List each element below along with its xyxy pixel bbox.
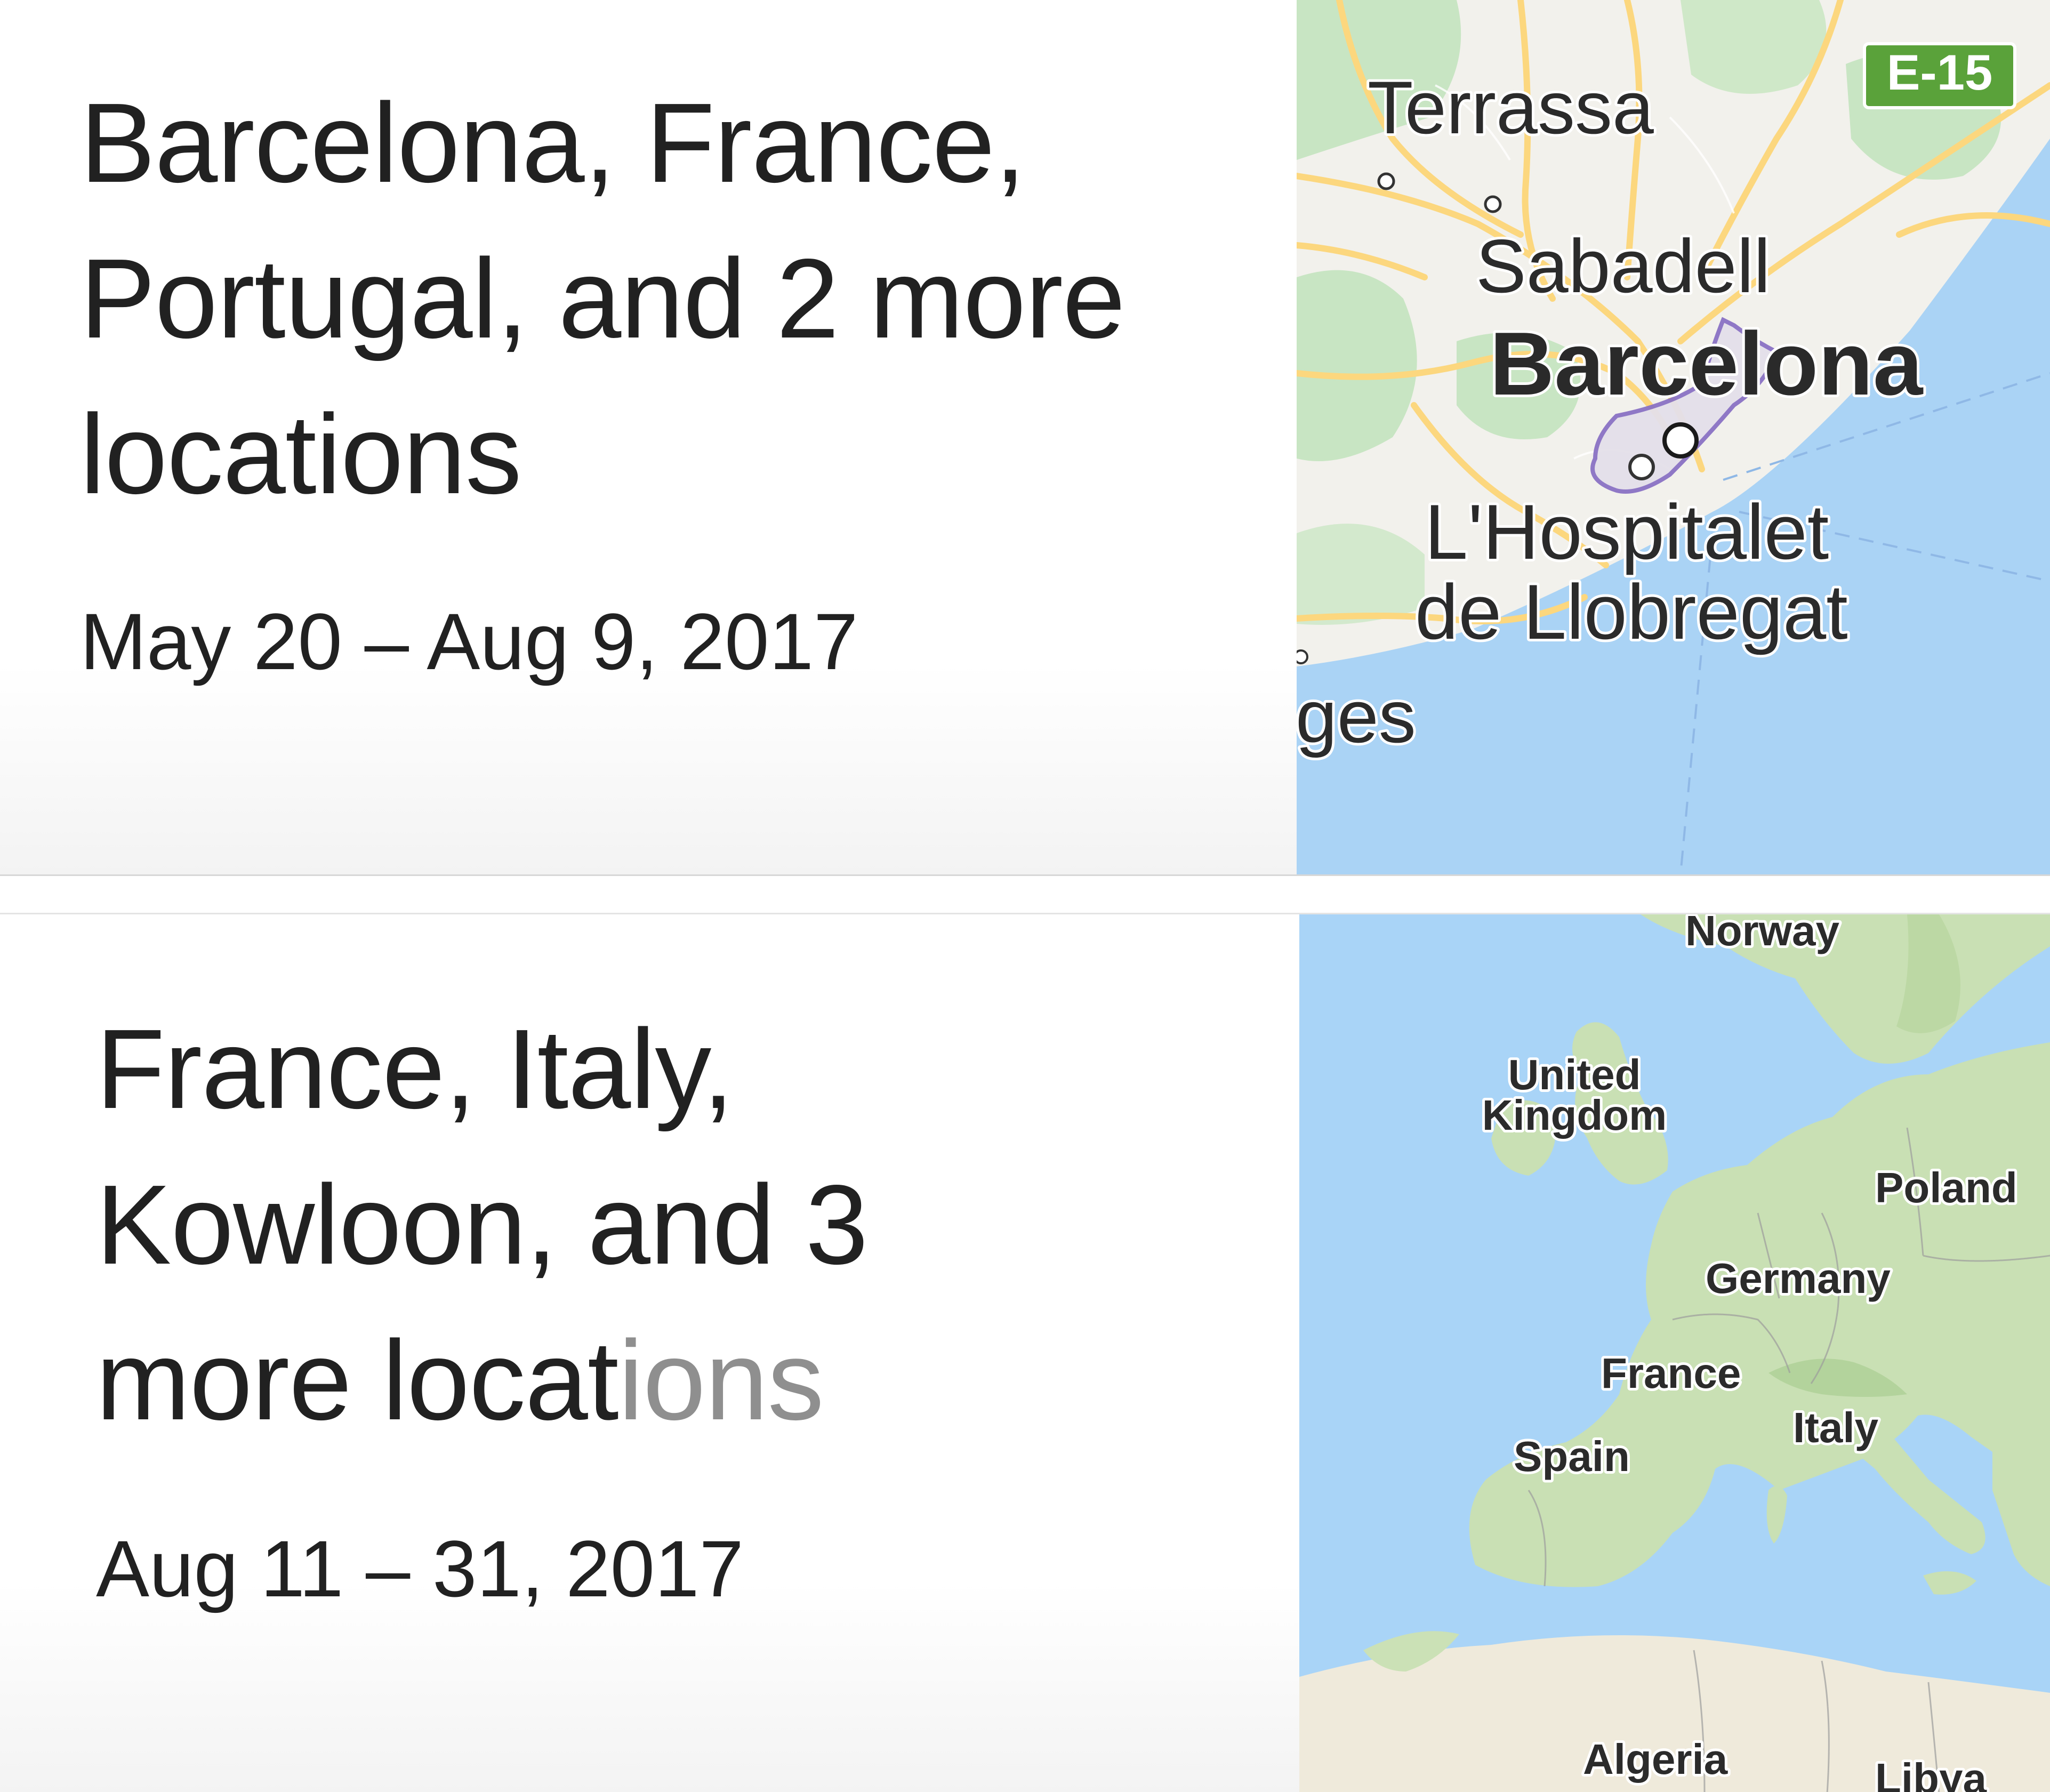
trip-info[interactable]: Barcelona, France, Portugal, and 2 more … — [0, 0, 1297, 874]
trip-title: France, Italy, Kowloon, and 3 more locat… — [96, 991, 1056, 1458]
trip-card[interactable]: Barcelona, France, Portugal, and 2 more … — [0, 0, 2050, 876]
map-label-hospitalet-line1: L'Hospitalet — [1425, 488, 1829, 575]
city-marker — [1662, 422, 1699, 459]
map-label-uk-line2: Kingdom — [1482, 1091, 1667, 1139]
trip-card[interactable]: France, Italy, Kowloon, and 3 more locat… — [0, 913, 2050, 1792]
trip-title-faded-text: ions — [618, 1317, 824, 1443]
europe-map: Norway United Kingdom Poland Germany Fra… — [1299, 914, 2050, 1792]
map-label-poland: Poland — [1875, 1164, 2017, 1211]
trip-title: Barcelona, France, Portugal, and 2 more … — [80, 79, 1126, 517]
trip-dates: Aug 11 – 31, 2017 — [96, 1524, 744, 1613]
map-label-algeria: Algeria — [1583, 1735, 1728, 1783]
town-marker — [1377, 172, 1395, 190]
trip-map-thumbnail[interactable]: Norway United Kingdom Poland Germany Fra… — [1299, 914, 2050, 1792]
map-label-spain: Spain — [1514, 1433, 1630, 1480]
trip-dates: May 20 – Aug 9, 2017 — [80, 597, 858, 686]
town-marker — [1628, 454, 1655, 480]
barcelona-map: E-15 Terrassa Sabadell Barcelona L'Hospi… — [1297, 0, 2050, 874]
map-label-germany: Germany — [1706, 1255, 1891, 1302]
town-marker — [1484, 195, 1502, 213]
map-label-libya: Libya — [1875, 1755, 1987, 1792]
map-label-barcelona: Barcelona — [1490, 314, 1924, 414]
map-label-hospitalet-line2: de Llobregat — [1415, 568, 1848, 655]
map-label-partial: ges — [1297, 674, 1416, 758]
trips-screen: Barcelona, France, Portugal, and 2 more … — [0, 0, 2050, 1792]
map-label-france: France — [1601, 1349, 1741, 1397]
trip-map-thumbnail[interactable]: E-15 Terrassa Sabadell Barcelona L'Hospi… — [1297, 0, 2050, 874]
trip-info[interactable]: France, Italy, Kowloon, and 3 more locat… — [0, 914, 1299, 1792]
map-label-norway: Norway — [1685, 914, 1839, 954]
map-label-sabadell: Sabadell — [1476, 224, 1771, 309]
map-label-italy: Italy — [1793, 1404, 1879, 1451]
town-marker — [1297, 649, 1308, 664]
map-label-terrassa: Terrassa — [1368, 66, 1654, 149]
road-badge-label: E-15 — [1887, 44, 1993, 100]
